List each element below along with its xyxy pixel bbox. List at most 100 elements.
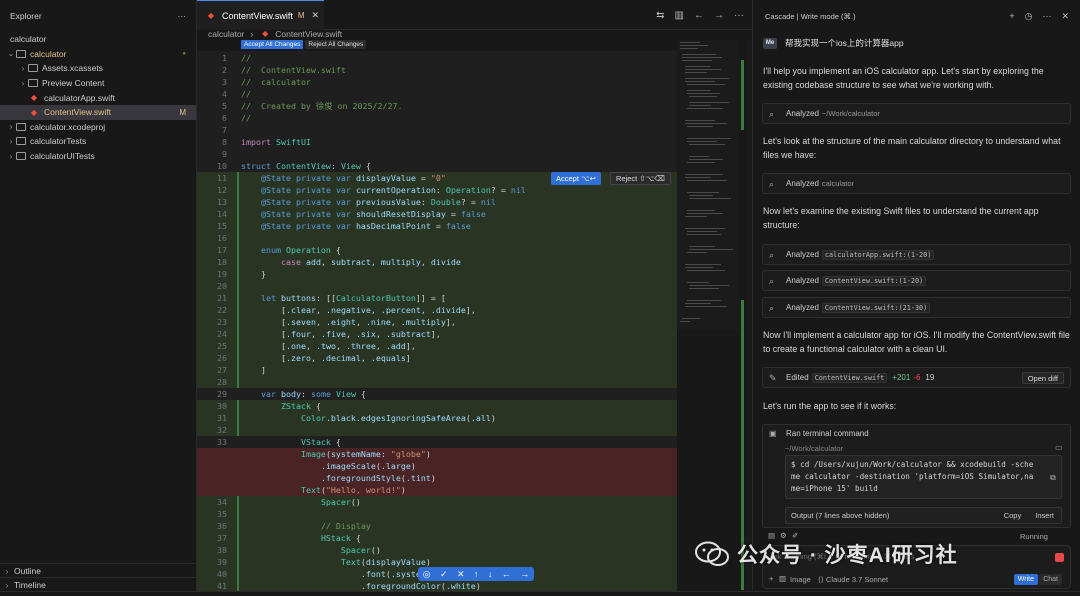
check-icon[interactable]: ✓	[440, 569, 448, 580]
breadcrumb: calculator › ◆ ContentView.swift	[197, 27, 752, 40]
image-button[interactable]: Image	[790, 575, 811, 584]
file-tree-item[interactable]: › calculatorTests	[0, 134, 196, 149]
code-line-added[interactable]: 26 [.zero, .decimal, .equals]	[197, 352, 677, 364]
code-line-added[interactable]: 20	[197, 280, 677, 292]
stop-button[interactable]	[1055, 553, 1064, 562]
reject-change-button[interactable]: Reject ⇧⌥⌫	[610, 172, 671, 185]
code-line[interactable]: 3 // calculator	[197, 76, 677, 88]
accept-change-button[interactable]: Accept ⌥↩	[551, 172, 601, 185]
code-line-added[interactable]: 15 @State private var hasDecimalPoint = …	[197, 220, 677, 232]
code-line-deleted[interactable]: Image(systemName: "globe")	[197, 448, 677, 460]
code-line[interactable]: 2 // ContentView.swift	[197, 64, 677, 76]
copy-icon[interactable]: ⧉	[1050, 473, 1056, 483]
code-line-added[interactable]: 34 Spacer()	[197, 496, 677, 508]
code-line-added[interactable]: 30 ZStack {	[197, 400, 677, 412]
compare-icon[interactable]: ⇆	[656, 10, 664, 21]
code-line-added[interactable]: 13 @State private var previousValue: Dou…	[197, 196, 677, 208]
code-line[interactable]: 5 // Created by 徐俊 on 2025/2/27.	[197, 100, 677, 112]
accept-all-button[interactable]: Accept All Changes	[241, 40, 304, 49]
file-tree-item[interactable]: ⌄ calculator ●	[0, 47, 196, 62]
code-line-added[interactable]: 21 let buttons: [[CalculatorButton]] = [	[197, 292, 677, 304]
code-line[interactable]: 9	[197, 148, 677, 160]
plus-icon[interactable]: +	[769, 574, 773, 583]
minimap[interactable]	[677, 40, 739, 330]
code-line-added[interactable]: 12 @State private var currentOperation: …	[197, 184, 677, 196]
code-line[interactable]: 29 var body: some View {	[197, 388, 677, 400]
analyzed-step[interactable]: ⌕ Analyzed ContentView.swift:(1-20)	[762, 270, 1071, 291]
code-line-added[interactable]: 19 }	[197, 268, 677, 280]
more-icon[interactable]: ···	[734, 10, 744, 21]
plus-icon[interactable]: +	[1009, 11, 1014, 22]
code-line-added[interactable]: 22 [.clear, .negative, .percent, .divide…	[197, 304, 677, 316]
code-line-added[interactable]: 18 case add, subtract, multiply, divide	[197, 256, 677, 268]
arrow-left-icon[interactable]: ←	[502, 569, 511, 579]
code-line-added[interactable]: 16	[197, 232, 677, 244]
code-line-added[interactable]: 32	[197, 424, 677, 436]
code-line-added[interactable]: 14 @State private var shouldResetDisplay…	[197, 208, 677, 220]
tab-contentview-swift[interactable]: ◆ ContentView.swift M ✕	[197, 0, 324, 30]
file-tree-item[interactable]: › calculator.xcodeproj	[0, 120, 196, 135]
file-tree-item[interactable]: › Assets.xcassets	[0, 61, 196, 76]
history-icon[interactable]: ◷	[1025, 11, 1033, 22]
code-line-added[interactable]: 35	[197, 508, 677, 520]
code-line-deleted[interactable]: .foregroundStyle(.tint)	[197, 472, 677, 484]
explorer-more-button[interactable]: ···	[178, 11, 187, 21]
file-tree-item[interactable]: › calculatorUITests	[0, 149, 196, 164]
code-line-added[interactable]: 36 // Display	[197, 520, 677, 532]
diff-icon[interactable]: ◎	[423, 569, 431, 580]
file-tree-item[interactable]: › Preview Content	[0, 76, 196, 91]
code-line-added[interactable]: 25 [.one, .two, .three, .add],	[197, 340, 677, 352]
close-icon[interactable]: ✕	[1061, 11, 1069, 22]
code-line[interactable]: 33 VStack {	[197, 436, 677, 448]
code-line[interactable]: 6 //	[197, 112, 677, 124]
analyzed-step[interactable]: ⌕ Analyzed ContentView.swift:(21-30)	[762, 297, 1071, 318]
code-editor[interactable]: 1 // 2 // ContentView.swift 3 // calculator 4 /…	[197, 51, 677, 591]
close-icon[interactable]: ✕	[457, 569, 465, 580]
code-line-added[interactable]: 31 Color.black.edgesIgnoringSafeArea(.al…	[197, 412, 677, 424]
analyzed-step[interactable]: ⌕ Analyzed ~/Work/calculator	[762, 103, 1071, 124]
arrow-right-icon[interactable]: →	[520, 569, 529, 579]
timeline-section[interactable]: › Timeline	[0, 577, 197, 591]
arrow-left-icon[interactable]: ←	[694, 10, 704, 21]
code-line-added[interactable]: 41 .foregroundColor(.white)	[197, 580, 677, 591]
code-line[interactable]: 8 import SwiftUI	[197, 136, 677, 148]
code-line-added[interactable]: 11 @State private var displayValue = "0"	[197, 172, 677, 184]
terminal-open-icon[interactable]: ▭	[1055, 443, 1063, 452]
code-line-added[interactable]: 27 ]	[197, 364, 677, 376]
code-line-deleted[interactable]: .imageScale(.large)	[197, 460, 677, 472]
arrow-down-icon[interactable]: ↓	[488, 569, 493, 579]
code-line[interactable]: 7	[197, 124, 677, 136]
breadcrumb-file[interactable]: ContentView.swift	[275, 29, 342, 39]
code-line[interactable]: 4 //	[197, 88, 677, 100]
code-line-added[interactable]: 38 Spacer()	[197, 544, 677, 556]
file-tree-item[interactable]: ◆ calculatorApp.swift	[0, 90, 196, 105]
code-line-added[interactable]: 37 HStack {	[197, 532, 677, 544]
arrow-right-icon[interactable]: →	[714, 10, 724, 21]
line-number: 19	[217, 269, 227, 279]
edited-step[interactable]: ✎ Edited ContentView.swift +201 -6 19 Op…	[762, 367, 1071, 388]
close-icon[interactable]: ✕	[312, 10, 320, 21]
file-tree-item[interactable]: ◆ ContentView.swift M	[0, 104, 196, 120]
code-line-added[interactable]: 28	[197, 376, 677, 388]
more-icon[interactable]: ···	[1042, 11, 1051, 22]
analyzed-step[interactable]: ⌕ Analyzed calculator	[762, 173, 1071, 194]
outline-section[interactable]: › Outline	[0, 563, 197, 577]
model-selector[interactable]: Claude 3.7 Sonnet	[826, 575, 888, 584]
code-line[interactable]: 10 struct ContentView: View {	[197, 160, 677, 172]
arrow-up-icon[interactable]: ↑	[474, 569, 479, 579]
code-line-added[interactable]: 17 enum Operation {	[197, 244, 677, 256]
write-mode-toggle[interactable]: Write	[1013, 574, 1038, 585]
code-line[interactable]: 1 //	[197, 52, 677, 64]
breadcrumb-folder[interactable]: calculator	[208, 29, 244, 39]
chat-mode-toggle[interactable]: Chat	[1039, 574, 1062, 585]
analyzed-step[interactable]: ⌕ Analyzed calculatorApp.swift:(1-20)	[762, 244, 1071, 265]
split-editor-icon[interactable]: ▥	[675, 10, 684, 21]
copy-button[interactable]: Copy	[1004, 511, 1022, 520]
code-line-deleted[interactable]: Text("Hello, world!")	[197, 484, 677, 496]
code-line-added[interactable]: 24 [.four, .five, .six, .subtract],	[197, 328, 677, 340]
explorer-root[interactable]: calculator	[0, 32, 196, 47]
open-diff-button[interactable]: Open diff	[1021, 372, 1064, 384]
insert-button[interactable]: Insert	[1035, 511, 1054, 520]
code-line-added[interactable]: 23 [.seven, .eight, .nine, .multiply],	[197, 316, 677, 328]
reject-all-button[interactable]: Reject All Changes	[305, 40, 367, 49]
